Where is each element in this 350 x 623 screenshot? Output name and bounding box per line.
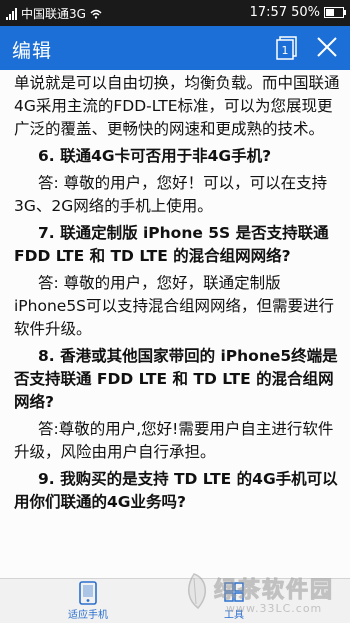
faq-answer: 单说就是可以自由切换，均衡负载。而中国联通4G采用主流的FDD-LTE标准，可以… [14,74,340,138]
watermark-text: 绿茶软件园 [213,578,335,604]
close-icon [317,37,337,57]
faq-question: 9. 我购买的是支持 TD LTE 的4G手机可以用你们联通的4G业务吗? [14,470,338,511]
app-bar: 编辑 1 [0,26,350,70]
faq-answer: 答: 尊敬的用户，您好！可以，可以在支持3G、2G网络的手机上使用。 [14,174,328,215]
tabs-button[interactable]: 1 [274,34,300,60]
phone-fit-icon [79,581,97,605]
signal-strength-icon [6,7,17,20]
faq-question: 6. 联通4G卡可否用于非4G手机? [38,147,272,165]
battery-icon [324,7,346,18]
battery-percent: 50% [291,5,320,20]
page-title: 编辑 [12,40,53,62]
close-button[interactable] [314,34,340,60]
site-watermark: 绿茶软件园 www.33LC.com [174,570,344,618]
faq-answer: 答: 尊敬的用户，您好，联通定制版iPhone5S可以支持混合组网网络，但需要进… [14,274,335,338]
wifi-icon [90,9,102,19]
tab-count: 1 [282,44,289,57]
article-body: 单说就是可以自由切换，均衡负载。而中国联通4G采用主流的FDD-LTE标准，可以… [0,70,350,514]
faq-question: 7. 联通定制版 iPhone 5S 是否支持联通 FDD LTE 和 TD L… [14,224,329,265]
tab-count-icon: 1 [276,36,297,60]
clock: 17:57 [249,5,288,20]
faq-answer: 答:尊敬的用户,您好!需要用户自主进行软件升级，风险由用户自行承担。 [14,420,334,461]
status-bar: 中国联通3G 17:57 50% [0,0,350,26]
faq-question: 8. 香港或其他国家带回的 iPhone5终端是否支持联通 FDD LTE 和 … [14,347,338,411]
watermark-logo-icon [188,573,206,610]
article-view[interactable]: 单说就是可以自由切换，均衡负载。而中国联通4G采用主流的FDD-LTE标准，可以… [0,70,350,578]
fit-phone-button[interactable]: 适应手机 [48,581,128,621]
watermark-url: www.33LC.com [226,602,323,615]
fit-phone-label: 适应手机 [68,610,108,621]
carrier-label: 中国联通3G [21,7,86,21]
